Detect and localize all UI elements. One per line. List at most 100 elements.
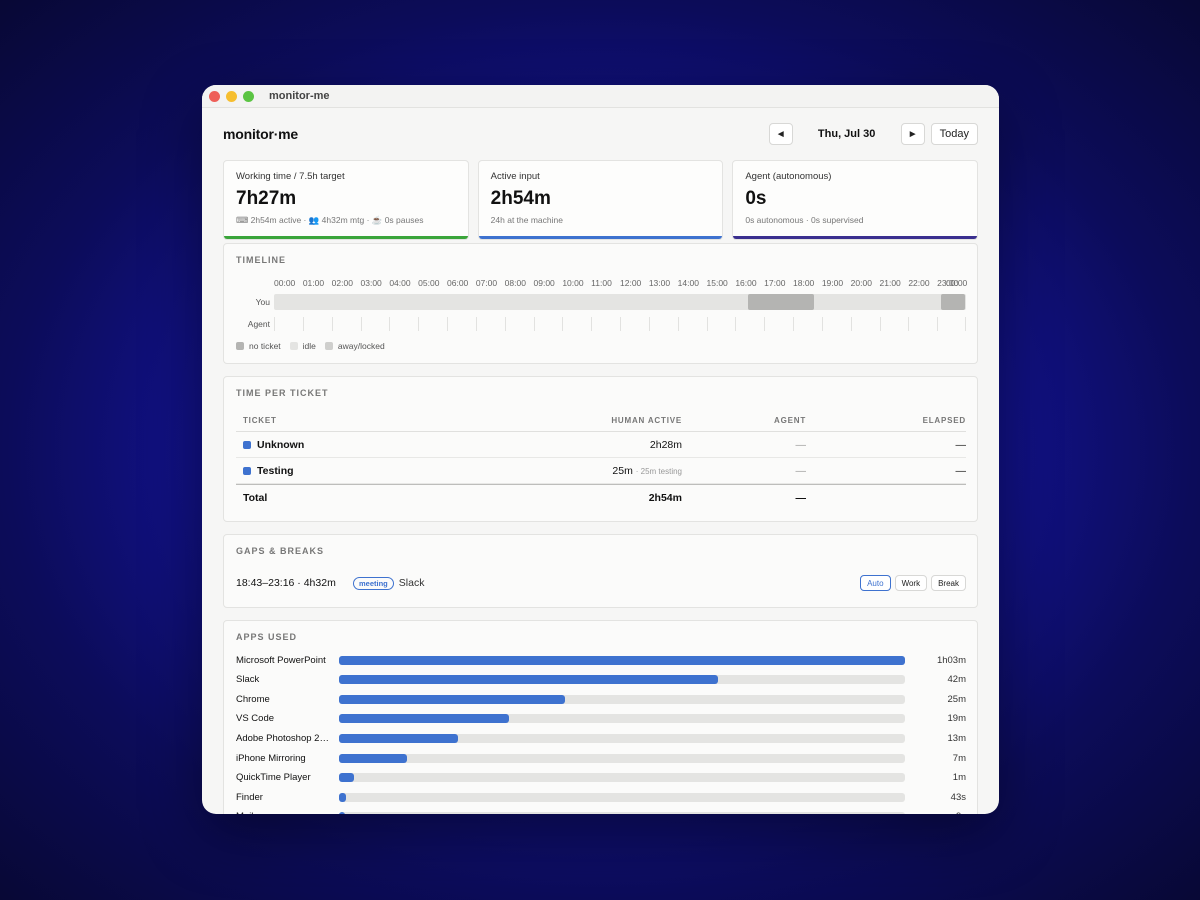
stat-label: Active input (490, 171, 540, 182)
table-total-row: Total 2h54m — (236, 484, 966, 511)
app-usage-bar-fill (339, 753, 407, 763)
main-content: monitor·me ◄ Thu, Jul 30 ► Today Working… (223, 108, 978, 814)
app-usage-row: VS Code 19m (236, 711, 966, 727)
stat-accent-bar (478, 236, 723, 239)
agent-cell: — (795, 464, 807, 477)
timeline-agent-tick (648, 317, 650, 331)
gaps-breaks-panel: GAPS & BREAKS 18:43–23:16 · 4h32m meetin… (223, 534, 978, 608)
timeline-agent-tick (620, 317, 621, 331)
legend-label: no ticket (249, 341, 281, 351)
timeline-track-you[interactable] (274, 294, 966, 310)
timeline-hour-label: 21:00 (879, 278, 901, 288)
gap-app-name: Slack (398, 577, 425, 589)
ticket-name: Unknown (257, 438, 305, 451)
timeline-activity-segment[interactable] (748, 294, 814, 310)
app-usage-bar-track (339, 773, 905, 783)
timeline-legend: no ticket idle away/locked (236, 341, 385, 351)
app-usage-bar-fill (339, 812, 345, 814)
ticket-name: Testing (257, 464, 294, 477)
app-usage-time: 13m (947, 732, 966, 744)
ticket-cell: Testing (236, 465, 544, 477)
ticket-color-dot (243, 440, 251, 449)
stat-card-agent: Agent (autonomous) 0s 0s autonomous · 0s… (732, 160, 978, 240)
gap-auto-button[interactable]: Auto (860, 575, 891, 591)
timeline-agent-tick (821, 317, 823, 331)
timeline-hour-label: 10:00 (562, 278, 584, 288)
timeline-agent-tick (793, 317, 794, 331)
stat-value: 2h54m (490, 188, 551, 209)
section-title: GAPS & BREAKS (236, 546, 325, 556)
app-name: Chrome (236, 693, 270, 705)
app-usage-bar-track (339, 675, 905, 685)
timeline-agent-tick (562, 317, 564, 331)
app-usage-row: Finder 43s (236, 789, 966, 805)
close-window-button[interactable] (209, 90, 220, 102)
timeline-agent-tick (706, 317, 708, 331)
zoom-window-button[interactable] (243, 90, 254, 102)
stat-card-working-time: Working time / 7.5h target 7h27m ⌨ 2h54m… (223, 160, 469, 240)
app-name: Finder (236, 791, 263, 803)
stats-row: Working time / 7.5h target 7h27m ⌨ 2h54m… (223, 160, 978, 240)
timeline-hour-label: 16:00 (735, 278, 757, 288)
timeline-agent-tick (533, 317, 535, 331)
timeline-hour-label: 02:00 (331, 278, 353, 288)
legend-swatch (236, 342, 244, 350)
timeline-hour-label: 22:00 (908, 278, 930, 288)
column-header-elapsed: ELAPSED (922, 416, 966, 425)
brand-logo: monitor·me (223, 126, 299, 142)
app-usage-row: QuickTime Player 1m (236, 770, 966, 786)
column-header-human-active: HUMAN ACTIVE (611, 416, 682, 425)
current-date: Thu, Jul 30 (817, 128, 876, 140)
minimize-window-button[interactable] (226, 90, 237, 102)
timeline-agent-tick (850, 317, 852, 331)
app-usage-row: iPhone Mirroring 7m (236, 750, 966, 766)
section-title: TIMELINE (236, 255, 286, 265)
timeline-agent-tick (908, 317, 910, 331)
timeline-activity-segment[interactable] (941, 294, 966, 310)
ticket-cell: Unknown (236, 439, 544, 451)
app-usage-bar-track (339, 694, 905, 704)
timeline-agent-tick (677, 317, 679, 331)
timeline-hour-label: 01:00 (302, 278, 325, 288)
timeline-hour-label: 13:00 (648, 278, 671, 288)
timeline-agent-tick (360, 317, 362, 331)
app-usage-bar-track (339, 792, 905, 802)
timeline-agent-tick (418, 317, 420, 331)
app-usage-row: Chrome 25m (236, 691, 966, 707)
timeline-hour-label: 20:00 (850, 278, 872, 288)
app-usage-bar-fill (339, 792, 346, 802)
stat-value: 7h27m (236, 188, 297, 209)
gap-break-button[interactable]: Break (931, 575, 966, 591)
app-usage-row: Microsoft PowerPoint 1h03m (236, 652, 966, 668)
app-usage-bar-fill (339, 694, 566, 704)
human-active-note: · 25m testing (635, 466, 682, 476)
app-usage-bar-fill (339, 714, 509, 724)
timeline-agent-tick (764, 317, 766, 331)
gap-item: 18:43–23:16 · 4h32m meeting Slack Auto W… (236, 575, 966, 591)
timeline-agent-tick (965, 317, 966, 331)
stat-label: Agent (autonomous) (745, 171, 832, 182)
app-name: Slack (236, 674, 260, 686)
timeline-hour-label: 15:00 (706, 278, 728, 288)
column-header-ticket: TICKET (243, 416, 277, 425)
app-name: Microsoft PowerPoint (236, 654, 326, 666)
gap-work-button[interactable]: Work (894, 575, 928, 591)
table-row[interactable]: Testing 25m · 25m testing — — (236, 458, 966, 484)
next-day-button[interactable]: ► (900, 123, 925, 145)
timeline-hour-label: 19:00 (821, 278, 844, 288)
track-label-agent: Agent (247, 319, 270, 329)
date-navigation: ◄ Thu, Jul 30 ► Today (768, 123, 978, 145)
today-button[interactable]: Today (930, 123, 978, 145)
timeline-hour-label: 06:00 (447, 278, 469, 288)
app-usage-row: Slack 42m (236, 672, 966, 688)
timeline-track-agent[interactable] (274, 317, 966, 331)
table-row[interactable]: Unknown 2h28m — — (236, 432, 966, 458)
legend-swatch (289, 342, 298, 350)
section-title: APPS USED (236, 632, 298, 642)
header: monitor·me ◄ Thu, Jul 30 ► Today (223, 108, 978, 160)
time-per-ticket-panel: TIME PER TICKET TICKET HUMAN ACTIVE AGEN… (223, 376, 978, 522)
app-usage-bar-track (339, 714, 905, 724)
previous-day-button[interactable]: ◄ (768, 123, 793, 145)
timeline-hour-axis: 00:00 01:00 02:00 03:00 04:00 05:00 06:00 07:00… (274, 278, 967, 290)
legend-item-idle: idle (289, 341, 316, 351)
